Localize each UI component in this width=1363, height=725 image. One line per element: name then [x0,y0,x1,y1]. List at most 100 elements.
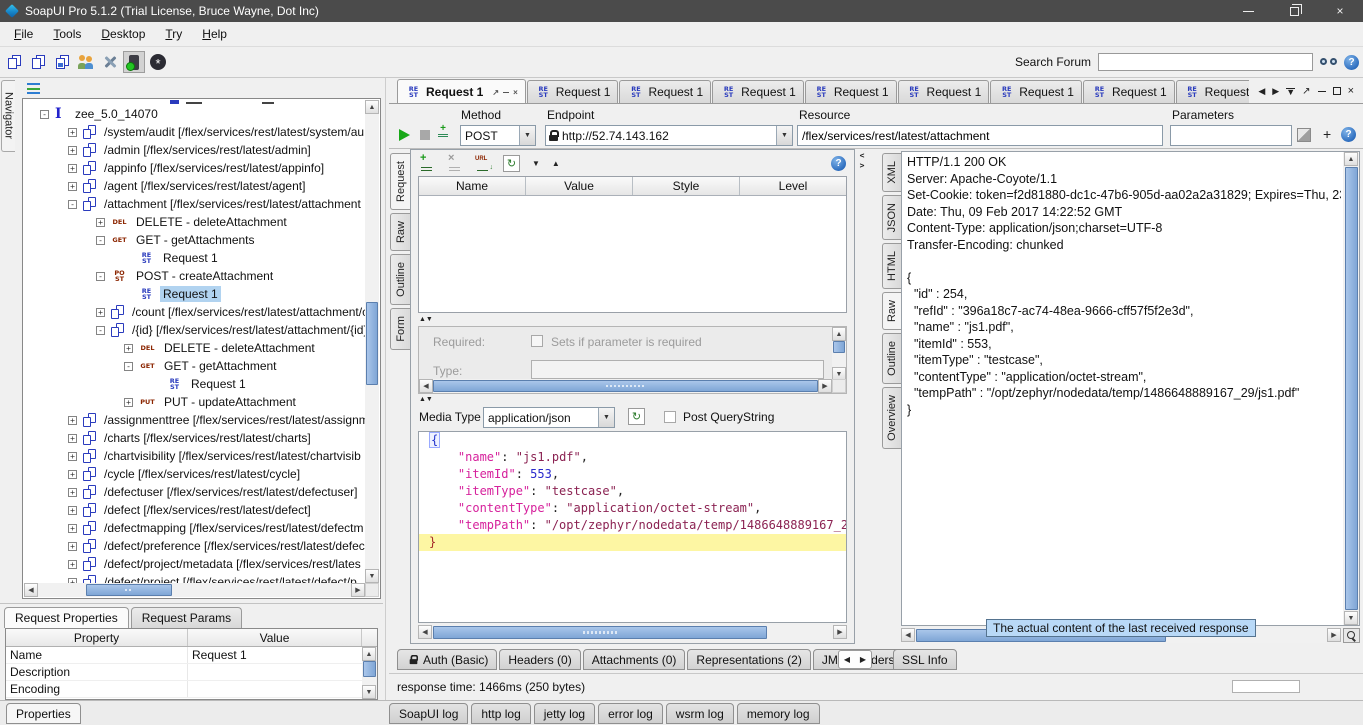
move-down-icon[interactable]: ▼ [532,159,540,168]
maximize-window-icon[interactable] [1333,87,1341,95]
property-value-cell[interactable]: Request 1 [188,647,377,663]
tree-expander[interactable]: + [96,308,105,317]
prev-tab-icon[interactable]: ◀ [844,655,850,664]
property-row[interactable]: Encoding [6,681,377,698]
request-body-editor[interactable]: { "name": "js1.pdf", "itemId": 553, "ite… [418,431,847,623]
tree-expander[interactable]: + [124,344,133,353]
tree-expander[interactable]: + [96,218,105,227]
tree-item[interactable]: -/attachment [/flex/services/rest/latest… [24,195,365,213]
tree-item[interactable]: RE STRequest 1 [24,285,365,303]
request-view-tab-raw[interactable]: Raw [390,213,410,251]
media-type-select[interactable]: application/json ▼ [483,407,615,428]
tree-item[interactable]: +/count [/flex/services/rest/latest/atta… [24,303,365,321]
tree-expander[interactable]: + [68,524,77,533]
properties-bottom-tab[interactable]: Properties [6,703,81,724]
close-button[interactable]: × [1317,0,1363,22]
zoom-response-icon[interactable] [1343,628,1360,643]
restore-button[interactable] [1271,0,1317,22]
submit-request-button[interactable] [399,129,410,141]
tree-expander[interactable]: + [68,488,77,497]
tab-auth-basic-[interactable]: Auth (Basic) [397,649,497,670]
request-view-tab-outline[interactable]: Outline [390,254,410,305]
tree-item[interactable]: +/defect [/flex/services/rest/latest/def… [24,501,365,519]
menu-try[interactable]: Try [155,24,192,44]
tree-item[interactable]: +/defect/project [/flex/services/rest/la… [24,573,365,583]
tree-expander[interactable]: - [96,326,105,335]
navigator-side-tab[interactable]: Navigator [1,80,15,152]
log-tab-error-log[interactable]: error log [598,703,663,724]
save-all-icon[interactable] [51,51,73,73]
tree-expander[interactable]: + [68,128,77,137]
tree-item[interactable]: +/defectuser [/flex/services/rest/latest… [24,483,365,501]
property-value-cell[interactable] [188,681,377,697]
extract-params-icon[interactable]: URL↓ [475,155,491,171]
log-tab-memory-log[interactable]: memory log [737,703,820,724]
request-tab[interactable]: RE STRequest 1 [619,80,711,103]
move-up-icon[interactable]: ▲ [552,159,560,168]
tree-item[interactable]: +/system/audit [/flex/services/rest/late… [24,123,365,141]
detail-hscrollbar[interactable]: ◀ ▶ [419,379,832,393]
post-querystring-checkbox[interactable] [664,411,676,423]
log-tab-jetty-log[interactable]: jetty log [534,703,595,724]
float-window-icon[interactable]: ↗ [1302,86,1310,97]
tab-headers-0-[interactable]: Headers (0) [499,649,580,670]
tree-item[interactable]: RE STRequest 1 [24,249,365,267]
proxy-icon[interactable] [123,51,145,73]
log-tab-soapui-log[interactable]: SoapUI log [389,703,468,724]
chevron-down-icon[interactable]: ▼ [776,126,792,145]
scroll-left-button[interactable]: ◀ [418,625,432,639]
help-icon[interactable]: ? [1341,127,1356,142]
tree-expander[interactable]: + [124,398,133,407]
scroll-down-button[interactable]: ▼ [362,685,376,699]
tree-item[interactable]: -GETGET - getAttachments [24,231,365,249]
menu-tools[interactable]: Tools [43,24,91,44]
detail-vscrollbar[interactable]: ▲ ▼ [832,327,846,381]
help-icon[interactable]: ? [831,156,846,171]
tree-item[interactable]: +/cycle [/flex/services/rest/latest/cycl… [24,465,365,483]
scroll-left-button[interactable]: ◀ [901,628,915,642]
cancel-request-button[interactable] [420,130,430,140]
request-hscrollbar[interactable]: ◀ ▶ [418,625,847,640]
scroll-thumb[interactable] [433,380,818,392]
scroll-down-button[interactable]: ▼ [1344,611,1358,625]
minimize-button[interactable] [1225,0,1271,22]
scroll-down-button[interactable]: ▼ [365,569,379,583]
tab-attachments-0-[interactable]: Attachments (0) [583,649,686,670]
close-tab-icon[interactable]: × [513,88,518,97]
splitter-handle[interactable]: ▲▼ [419,316,433,323]
tree-item[interactable]: +/agent [/flex/services/rest/latest/agen… [24,177,365,195]
tree-expander[interactable]: + [68,146,77,155]
panel-divider[interactable] [385,78,386,700]
scroll-up-button[interactable]: ▲ [1344,152,1358,166]
tab-request-properties[interactable]: Request Properties [4,607,129,628]
tree-item[interactable]: +PUTPUT - updateAttachment [24,393,365,411]
new-project-icon[interactable] [3,51,25,73]
menu-file[interactable]: File [4,24,43,44]
scroll-right-button[interactable]: ▶ [818,379,832,393]
property-row[interactable]: Description [6,664,377,681]
tree-item[interactable]: +/charts [/flex/services/rest/latest/cha… [24,429,365,447]
response-view-tab-overview[interactable]: Overview [882,387,901,449]
help-icon[interactable]: ? [1344,55,1359,70]
scroll-right-button[interactable]: ▶ [1327,628,1341,642]
next-tab-icon[interactable]: ▶ [860,655,866,664]
scroll-thumb[interactable] [363,661,376,677]
scro ll-thumb[interactable] [1345,167,1358,610]
parameters-input[interactable] [1170,125,1292,146]
add-param-icon[interactable]: + [419,155,435,171]
parameter-options-icon[interactable] [1297,128,1311,142]
ssl-info-tab[interactable]: SSL Info [893,649,957,670]
scroll-left-button[interactable]: ◀ [419,379,433,393]
prev-tab-icon[interactable]: ◀ [1258,86,1265,97]
chevron-down-icon[interactable]: ▼ [519,126,535,145]
recreate-body-icon[interactable]: ↻ [628,408,645,425]
tree-item[interactable]: +/defect/project/metadata [/flex/service… [24,555,365,573]
request-view-tab-form[interactable]: Form [390,308,410,350]
panel-collapse-handle[interactable]: <> [856,151,868,648]
tree-item[interactable]: -/{id} [/flex/services/rest/latest/attac… [24,321,365,339]
tree-expander[interactable]: + [68,470,77,479]
tree-expander[interactable]: + [68,452,77,461]
minimize-window-icon[interactable] [1318,91,1326,92]
tree-expander[interactable]: + [68,560,77,569]
request-view-tab-request[interactable]: Request [390,153,410,210]
